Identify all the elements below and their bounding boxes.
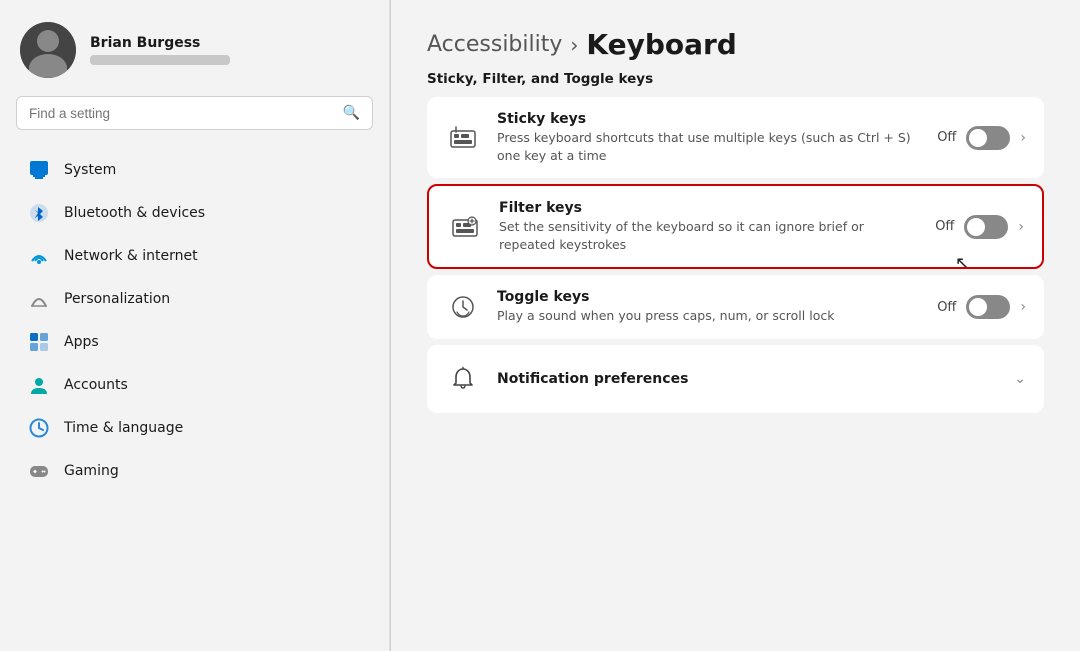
sticky-keys-card: Sticky keys Press keyboard shortcuts tha… [427,97,1044,178]
sidebar-item-personalization-label: Personalization [64,291,170,307]
sidebar-item-network-label: Network & internet [64,248,198,264]
sticky-keys-icon [445,120,481,156]
notification-preferences-title: Notification preferences [497,371,998,387]
sticky-keys-row[interactable]: Sticky keys Press keyboard shortcuts tha… [427,97,1044,178]
sticky-keys-toggle-knob [969,129,987,147]
sidebar: Brian Burgess 🔍 System [0,0,390,651]
gaming-icon [28,460,50,482]
sticky-keys-text: Sticky keys Press keyboard shortcuts tha… [497,111,921,164]
sidebar-item-time[interactable]: Time & language [8,407,381,449]
notification-chevron-down: ⌄ [1014,371,1026,387]
user-name: Brian Burgess [90,35,230,51]
sidebar-item-network[interactable]: Network & internet [8,235,381,277]
system-icon [28,159,50,181]
toggle-keys-row[interactable]: Toggle keys Play a sound when you press … [427,275,1044,339]
toggle-keys-right: Off › [937,295,1026,319]
bluetooth-icon [28,202,50,224]
time-icon [28,417,50,439]
filter-keys-card: Filter keys Set the sensitivity of the k… [427,184,1044,269]
filter-keys-right: Off › [935,215,1024,239]
search-box[interactable]: 🔍 [16,96,373,130]
sidebar-item-gaming-label: Gaming [64,463,119,479]
main-content: Accessibility › Keyboard Sticky, Filter,… [391,0,1080,651]
sticky-keys-status: Off [937,130,956,145]
network-icon [28,245,50,267]
sidebar-item-gaming[interactable]: Gaming [8,450,381,492]
filter-keys-chevron: › [1018,219,1024,235]
section-label: Sticky, Filter, and Toggle keys [427,71,1044,87]
breadcrumb: Accessibility › Keyboard [427,28,1044,61]
user-email-bar [90,55,230,65]
filter-keys-row[interactable]: Filter keys Set the sensitivity of the k… [429,186,1042,267]
sidebar-item-apps-label: Apps [64,334,99,350]
sidebar-item-accounts-label: Accounts [64,377,128,393]
sidebar-item-time-label: Time & language [64,420,183,436]
toggle-keys-toggle-knob [969,298,987,316]
search-icon: 🔍 [343,105,360,121]
nav-list: System Bluetooth & devices Network & int… [0,144,389,651]
sticky-keys-right: Off › [937,126,1026,150]
breadcrumb-parent[interactable]: Accessibility [427,32,562,57]
sidebar-item-accounts[interactable]: Accounts [8,364,381,406]
user-profile: Brian Burgess [0,0,389,96]
notification-icon [445,361,481,397]
sticky-keys-chevron: › [1020,130,1026,146]
apps-icon [28,331,50,353]
sidebar-item-system[interactable]: System [8,149,381,191]
toggle-keys-status: Off [937,300,956,315]
filter-keys-icon [447,209,483,245]
breadcrumb-separator: › [570,33,578,57]
filter-keys-text: Filter keys Set the sensitivity of the k… [499,200,919,253]
toggle-keys-chevron: › [1020,299,1026,315]
sticky-keys-desc: Press keyboard shortcuts that use multip… [497,129,921,164]
toggle-keys-desc: Play a sound when you press caps, num, o… [497,307,921,325]
accounts-icon [28,374,50,396]
filter-keys-desc: Set the sensitivity of the keyboard so i… [499,218,919,253]
filter-keys-toggle-knob [967,218,985,236]
toggle-keys-card: Toggle keys Play a sound when you press … [427,275,1044,339]
toggle-keys-text: Toggle keys Play a sound when you press … [497,289,921,325]
filter-keys-status: Off [935,219,954,234]
personalization-icon [28,288,50,310]
filter-keys-title: Filter keys [499,200,919,216]
notification-preferences-row[interactable]: Notification preferences ⌄ [427,345,1044,413]
filter-keys-toggle[interactable] [964,215,1008,239]
sidebar-item-bluetooth[interactable]: Bluetooth & devices [8,192,381,234]
breadcrumb-current: Keyboard [586,28,736,61]
sidebar-item-apps[interactable]: Apps [8,321,381,363]
avatar [20,22,76,78]
toggle-keys-title: Toggle keys [497,289,921,305]
sidebar-item-system-label: System [64,162,116,178]
toggle-keys-icon [445,289,481,325]
sidebar-item-bluetooth-label: Bluetooth & devices [64,205,205,221]
sticky-keys-title: Sticky keys [497,111,921,127]
search-input[interactable] [29,106,335,121]
sticky-keys-toggle[interactable] [966,126,1010,150]
toggle-keys-toggle[interactable] [966,295,1010,319]
notification-preferences-card: Notification preferences ⌄ [427,345,1044,413]
user-info: Brian Burgess [90,35,230,65]
sidebar-item-personalization[interactable]: Personalization [8,278,381,320]
